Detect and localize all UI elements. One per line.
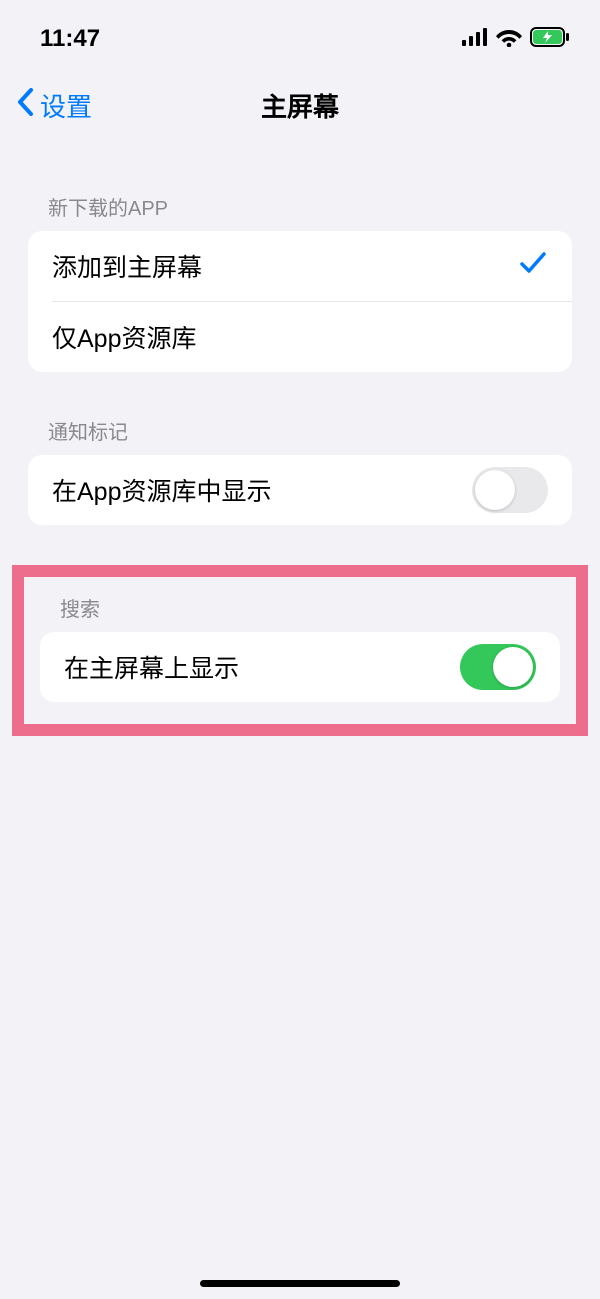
status-time: 11:47 — [40, 25, 100, 53]
status-bar: 11:47 — [0, 0, 600, 60]
chevron-left-icon — [16, 87, 36, 124]
home-indicator — [200, 1280, 400, 1287]
page-title: 主屏幕 — [261, 87, 339, 124]
option-app-library-only[interactable]: 仅App资源库 — [28, 302, 572, 372]
toggle-app-library-badges[interactable] — [472, 467, 548, 513]
row-show-on-home: 在主屏幕上显示 — [40, 632, 560, 702]
toggle-knob — [475, 470, 515, 510]
nav-bar: 设置 主屏幕 — [0, 70, 600, 140]
option-label: 添加到主屏幕 — [52, 248, 202, 284]
toggle-show-on-home[interactable] — [460, 644, 536, 690]
battery-charging-icon — [530, 27, 570, 52]
section-header-search: 搜索 — [24, 593, 576, 632]
back-button[interactable]: 设置 — [16, 87, 92, 124]
row-label: 在主屏幕上显示 — [64, 649, 239, 685]
badges-group: 在App资源库中显示 — [28, 455, 572, 525]
highlight-box: 搜索 在主屏幕上显示 — [12, 565, 588, 736]
wifi-icon — [496, 27, 522, 52]
section-header-badges: 通知标记 — [0, 416, 600, 455]
toggle-knob — [493, 647, 533, 687]
back-label: 设置 — [40, 87, 92, 124]
checkmark-icon — [518, 248, 548, 285]
status-icons — [462, 27, 570, 52]
search-group: 在主屏幕上显示 — [40, 632, 560, 702]
row-show-in-app-library: 在App资源库中显示 — [28, 455, 572, 525]
cellular-icon — [462, 28, 488, 51]
option-add-to-home[interactable]: 添加到主屏幕 — [28, 231, 572, 301]
option-label: 仅App资源库 — [52, 319, 196, 355]
section-header-new-apps: 新下载的APP — [0, 192, 600, 231]
highlighted-section: 搜索 在主屏幕上显示 — [0, 553, 600, 748]
new-apps-group: 添加到主屏幕 仅App资源库 — [28, 231, 572, 372]
row-label: 在App资源库中显示 — [52, 472, 271, 508]
